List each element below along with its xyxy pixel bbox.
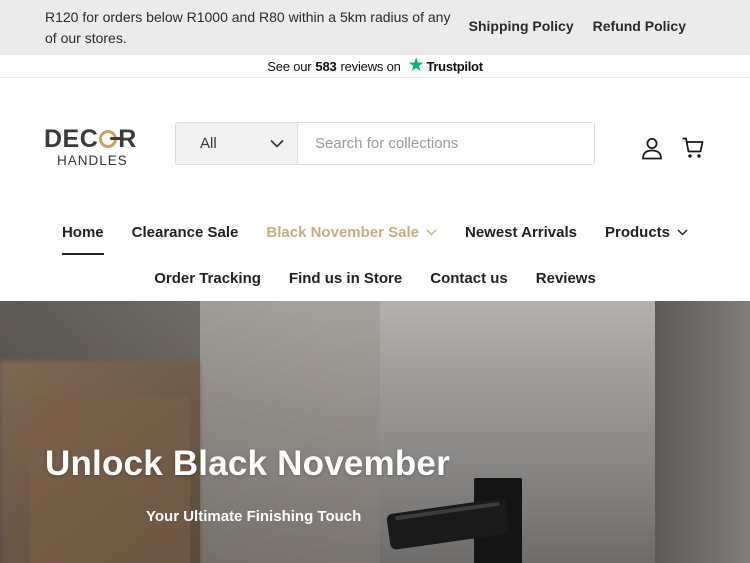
hero-banner[interactable]: Unlock Black November Your Ultimate Fini… [0,301,750,563]
nav-black-november-sale[interactable]: Black November Sale [266,222,437,242]
hero-door-frame [655,301,750,563]
nav-contact-us-label: Contact us [430,269,508,287]
hero-subtitle: Your Ultimate Finishing Touch [146,508,362,525]
account-icon[interactable] [640,136,664,160]
logo-ring-icon [99,130,125,148]
site-logo[interactable]: DEC R HANDLES [44,127,144,171]
nav-order-tracking-label: Order Tracking [154,269,261,287]
search-input[interactable] [298,123,594,164]
nav-home[interactable]: Home [61,222,104,255]
nav-products[interactable]: Products [605,222,688,242]
review-count: 583 [315,58,337,74]
nav-reviews[interactable]: Reviews [536,268,596,288]
trustpilot-prefix: See our [267,58,312,74]
search-category-select[interactable]: All [176,123,298,164]
nav-home-label: Home [61,223,104,241]
trustpilot-banner[interactable]: See our 583 reviews on ★ Trustpilot [0,55,750,78]
logo-subtitle: HANDLES [57,153,128,168]
logo-wordmark: DEC R [44,125,137,153]
trustpilot-suffix: reviews on [340,58,401,74]
nav-find-us-in-store[interactable]: Find us in Store [289,268,402,288]
nav-products-label: Products [605,223,671,241]
nav-clearance-sale[interactable]: Clearance Sale [132,222,239,242]
refund-policy-link[interactable]: Refund Policy [593,18,686,34]
trustpilot-brand: Trustpilot [426,58,484,74]
shipping-message: R120 for orders below R1000 and R80 with… [45,9,451,46]
nav-reviews-label: Reviews [535,269,596,287]
nav-newest-arrivals[interactable]: Newest Arrivals [465,222,577,242]
search-category-value: All [200,135,217,152]
nav-order-tracking[interactable]: Order Tracking [154,268,261,288]
hero-title: Unlock Black November [45,444,450,483]
search-bar: All [175,122,595,165]
nav-black-november-sale-label: Black November Sale [266,223,419,241]
policy-links: Shipping Policy Refund Policy [469,18,686,34]
shipping-policy-link[interactable]: Shipping Policy [469,18,574,34]
cart-icon[interactable] [681,136,705,160]
chevron-down-icon [426,229,437,235]
main-nav: Home Clearance Sale Black November Sale … [0,222,750,255]
nav-contact-us[interactable]: Contact us [430,268,508,288]
nav-clearance-sale-label: Clearance Sale [131,223,239,241]
nav-find-us-in-store-label: Find us in Store [288,269,403,287]
announcement-bar: R120 for orders below R1000 and R80 with… [0,0,750,55]
trustpilot-star-icon: ★ [407,54,425,76]
chevron-down-icon [270,139,284,148]
nav-newest-arrivals-label: Newest Arrivals [464,223,577,241]
secondary-nav: Order Tracking Find us in Store Contact … [0,268,750,288]
chevron-down-icon [677,229,688,235]
